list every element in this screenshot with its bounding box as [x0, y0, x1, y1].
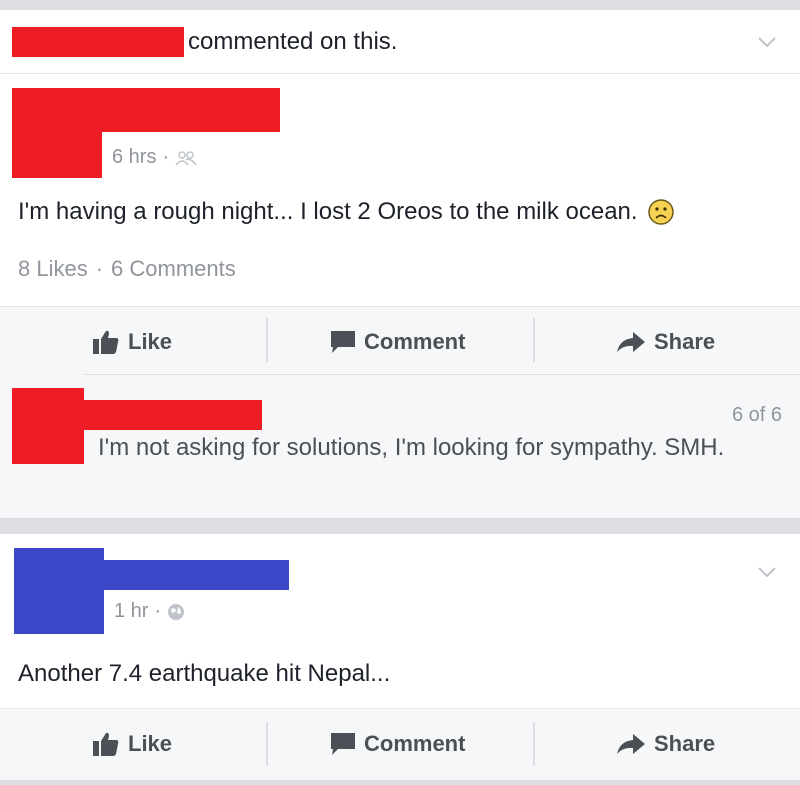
- timestamp[interactable]: 1 hr: [114, 600, 148, 623]
- redacted-comment-author-name: [84, 400, 262, 430]
- comment-counter[interactable]: 6 of 6: [732, 404, 782, 427]
- reactions-summary: 8 Likes · 6 Comments: [18, 256, 236, 282]
- redacted-commenter-name: [12, 27, 184, 57]
- globe-icon: [168, 603, 185, 620]
- friends-icon: [175, 150, 197, 165]
- post-meta: 1 hr ·: [114, 600, 185, 623]
- divider: [84, 374, 800, 375]
- like-button[interactable]: Like: [92, 708, 172, 780]
- share-label: Share: [654, 731, 716, 756]
- chevron-down-icon[interactable]: [757, 32, 777, 52]
- comment-button[interactable]: Comment: [330, 708, 465, 780]
- divider: [0, 73, 800, 74]
- redacted-avatar: [14, 548, 104, 634]
- chevron-down-icon[interactable]: [757, 562, 777, 582]
- comment-icon: [331, 733, 355, 755]
- comment-button[interactable]: Comment: [330, 306, 465, 378]
- share-arrow-icon: [617, 734, 645, 754]
- story-card: 1 hr · Another 7.4 earthquake hit Nepal.…: [0, 534, 800, 708]
- like-label: Like: [128, 329, 173, 354]
- like-button[interactable]: Like: [92, 306, 172, 378]
- thumbs-up-icon: [93, 732, 119, 756]
- comment-icon: [331, 331, 355, 353]
- action-separator: [266, 722, 268, 766]
- like-label: Like: [128, 731, 173, 756]
- action-separator: [533, 722, 535, 766]
- redacted-comment-avatar: [12, 388, 84, 464]
- timestamp[interactable]: 6 hrs: [112, 146, 156, 169]
- post-text: Another 7.4 earthquake hit Nepal...: [18, 660, 391, 687]
- action-separator: [266, 318, 268, 362]
- action-separator: [533, 318, 535, 362]
- thumbs-up-icon: [93, 330, 119, 354]
- post-text-content: I'm having a rough night... I lost 2 Ore…: [18, 198, 638, 225]
- action-bar: Like Comment Share: [0, 708, 800, 780]
- share-label: Share: [654, 329, 716, 354]
- header-text: commented on this.: [188, 28, 398, 55]
- redacted-avatar: [12, 88, 102, 178]
- comment-text: I'm not asking for solutions, I'm lookin…: [98, 434, 725, 461]
- comment-label: Comment: [364, 329, 466, 354]
- summary-dot: ·: [95, 256, 104, 281]
- meta-dot: ·: [162, 146, 170, 168]
- comment-label: Comment: [364, 731, 466, 756]
- share-button[interactable]: Share: [616, 708, 715, 780]
- share-button[interactable]: Share: [616, 306, 715, 378]
- meta-dot: ·: [154, 600, 162, 622]
- likes-count[interactable]: 8 Likes: [18, 256, 88, 282]
- story-card: commented on this. 6 hrs · I'm having a …: [0, 10, 800, 306]
- frowning-face-emoji: [647, 199, 674, 225]
- share-arrow-icon: [617, 332, 645, 352]
- post-text: I'm having a rough night... I lost 2 Ore…: [18, 198, 674, 226]
- action-bar: Like Comment Share 6 of 6 I'm not asking…: [0, 306, 800, 518]
- comments-count[interactable]: 6 Comments: [111, 256, 236, 282]
- post-meta: 6 hrs ·: [112, 146, 197, 169]
